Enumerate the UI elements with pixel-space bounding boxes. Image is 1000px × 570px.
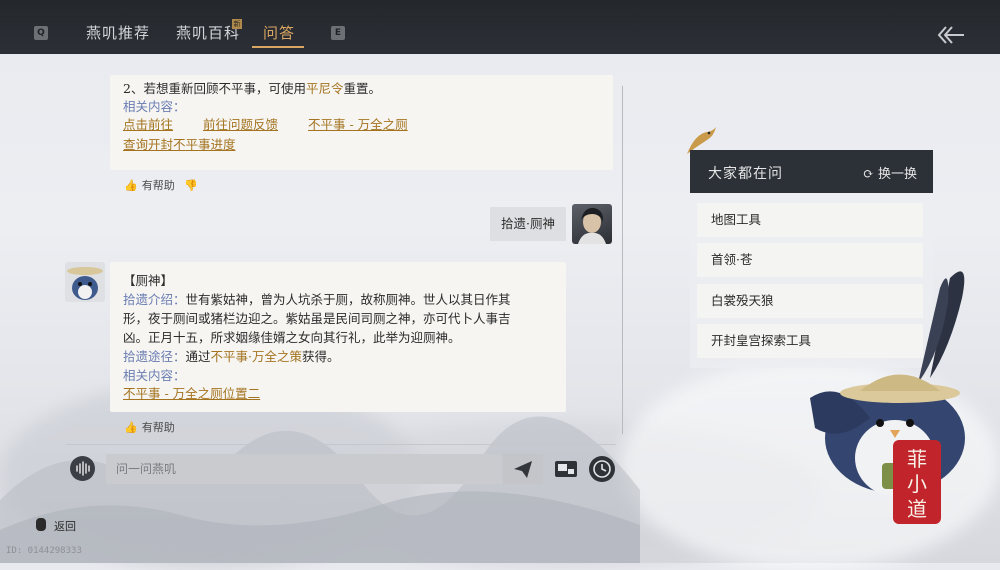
send-button[interactable] [503, 454, 543, 484]
answer2-route-line: 拾遗途径：通过不平事·万全之策获得。 [123, 349, 340, 364]
clock-icon [593, 460, 611, 478]
item-highlight: 平尼令 [305, 81, 344, 96]
popular-questions-header: 大家都在问 ⟳ 换一换 [690, 150, 933, 193]
link-toilet-quest[interactable]: 不平事 - 万全之厕 [308, 117, 408, 132]
back-label: 返回 [54, 520, 76, 533]
svg-text:道: 道 [907, 497, 927, 521]
helpful-feedback-2[interactable]: 👍 有帮助 [124, 419, 175, 435]
refresh-icon: ⟳ [862, 167, 874, 182]
refresh-label: 换一换 [877, 167, 917, 182]
user-avatar [572, 204, 612, 244]
user-message-bubble: 拾遗·厕神 [490, 207, 566, 241]
link-progress-query[interactable]: 查询开封不平事进度 [123, 137, 236, 152]
top-navigation-bar: Q 燕叽推荐 燕叽百科 新 问答 E [0, 0, 1000, 54]
answer-bubble-2: 【厕神】 拾遗介绍：世有紫姑神，曾为人坑杀于厕，故称厕神。世人以其日作其 形，夜… [110, 262, 566, 412]
question-item[interactable]: 地图工具 [697, 203, 923, 237]
refresh-button[interactable]: ⟳ 换一换 [863, 163, 917, 182]
related-label: 相关内容： [123, 99, 186, 114]
route-highlight: 不平事·万全之策 [210, 349, 303, 364]
panel-title: 大家都在问 [708, 166, 783, 182]
new-badge: 新 [232, 19, 242, 29]
answer2-title: 【厕神】 [123, 273, 174, 288]
related-label-2: 相关内容： [123, 368, 186, 383]
scrollbar-track[interactable] [622, 86, 623, 434]
thumb-down-icon[interactable]: 👎 [184, 179, 198, 192]
image-icon [555, 461, 577, 477]
tab-encyclopedia[interactable]: 燕叽百科 [176, 22, 240, 43]
thumb-up-icon[interactable]: 👍 [124, 179, 138, 192]
active-tab-indicator [252, 46, 304, 48]
send-icon [514, 461, 532, 478]
svg-text:小: 小 [907, 472, 927, 496]
input-divider [66, 444, 616, 445]
microphone-wave-icon [76, 461, 90, 476]
svg-text:菲: 菲 [907, 447, 927, 471]
answer1-partial-line: 2、若想重新回顾不平事，可使用平尼令重置。 [123, 81, 381, 96]
seal-lettering: 菲 小 道 [907, 447, 927, 521]
tab-recommend[interactable]: 燕叽推荐 [86, 22, 150, 43]
back-button[interactable]: 返回 [36, 518, 76, 534]
answer2-intro-line3: 凶。正月十五，所求姻缘佳婿之女向其行礼，此举为迎厕神。 [123, 330, 461, 345]
question-input[interactable]: 问一问燕叽 [106, 454, 502, 484]
seal-stamp: 菲 小 道 [893, 440, 941, 524]
link-feedback[interactable]: 前往问题反馈 [203, 117, 278, 132]
helpful-feedback-1[interactable]: 👍 有帮助 👎 [124, 177, 202, 193]
screenshot-button[interactable] [553, 456, 579, 482]
assistant-avatar [65, 262, 105, 302]
history-button[interactable] [589, 456, 615, 482]
mouse-icon [36, 518, 46, 531]
link-toilet-location[interactable]: 不平事 - 万全之厕位置二 [123, 386, 260, 401]
answer2-intro-line1: 拾遗介绍：世有紫姑神，曾为人坑杀于厕，故称厕神。世人以其日作其 [123, 292, 511, 307]
back-arrow-icon[interactable] [936, 24, 966, 46]
link-go-now[interactable]: 点击前往 [123, 117, 173, 132]
user-id-text: ID: 0144298333 [6, 546, 82, 556]
key-hint-e: E [331, 26, 345, 40]
thumb-up-icon[interactable]: 👍 [124, 421, 138, 434]
answer-bubble-1: 2、若想重新回顾不平事，可使用平尼令重置。 相关内容： 点击前往 前往问题反馈 … [110, 75, 613, 170]
answer2-intro-line2: 形，夜于厕间或猪栏边迎之。紫姑虽是民间司厕之神，亦可代卜人事吉 [123, 311, 511, 326]
key-hint-q: Q [34, 26, 48, 40]
tab-qa[interactable]: 问答 [263, 22, 295, 43]
voice-input-button[interactable] [70, 456, 95, 481]
